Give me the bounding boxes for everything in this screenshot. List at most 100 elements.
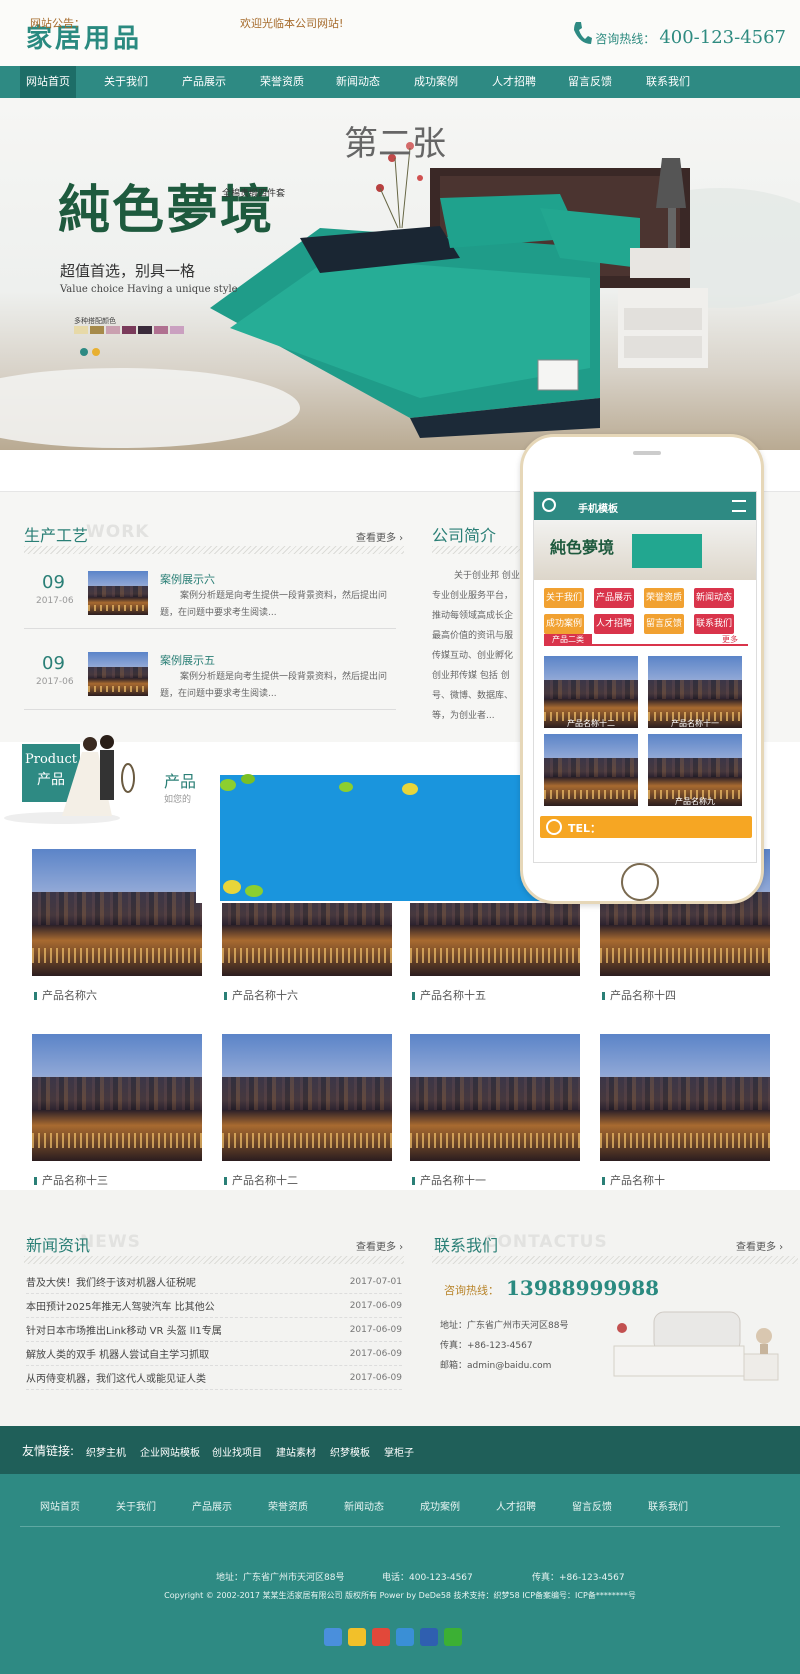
process-more-link[interactable]: 查看更多 › [356,529,403,544]
mobile-banner-bed [632,534,702,568]
product-subtitle: 如您的 [164,795,192,805]
news-row[interactable]: 解放人类的双手 机器人尝试自主学习抓取 2017-06-09 [26,1342,402,1366]
banner-title: 純色夢境 [58,180,275,241]
product-name[interactable]: 产品名称十六 [224,987,298,1003]
product-name[interactable]: 产品名称十三 [34,1172,108,1188]
share-star-icon[interactable] [348,1628,366,1646]
hero-banner[interactable]: 第二张 純色夢境 全棉贵缎四件套 超值首选，别具一格 Value choice … [0,98,800,450]
contact-title: 联系我们 [434,1236,499,1255]
product-image[interactable] [32,1034,202,1161]
mobile-search-icon[interactable] [542,498,556,512]
product-image[interactable] [600,1034,770,1161]
product-name[interactable]: 产品名称十二 [224,1172,298,1188]
nav-item-honors[interactable]: 荣誉资质 [248,66,316,98]
case-thumb[interactable] [88,652,148,696]
nav-item-news[interactable]: 新闻动态 [324,66,392,98]
case-date: 2017-06 [36,596,74,606]
process-divider [24,546,404,554]
news-row[interactable]: 本田预计2025年推无人驾驶汽车 比其他公 2017-06-09 [26,1294,402,1318]
contact-address: 地址：广东省广州市天河区88号 [440,1321,569,1331]
footer-nav-item[interactable]: 联系我们 [648,1498,688,1513]
news-row[interactable]: 从丙侍变机器，我们这代人或能见证人类 2017-06-09 [26,1366,402,1390]
nav-item-feedback[interactable]: 留言反馈 [556,66,624,98]
friend-link[interactable]: 织梦模板 [330,1444,370,1459]
friend-link[interactable]: 织梦主机 [86,1444,126,1459]
case-title[interactable]: 案例展示六 [160,571,215,587]
notice-text[interactable]: 欢迎光临本公司网站! [240,15,343,31]
mobile-banner[interactable]: 純色夢境 [534,520,756,580]
mobile-screen: 手机模板 純色夢境 关于我们 产品展示 荣誉资质 新闻动态 成功案例 人才招聘 … [533,491,757,863]
case-separator [24,628,396,629]
contact-divider [432,1256,798,1264]
footer-nav-item[interactable]: 新闻动态 [344,1498,384,1513]
mobile-menu-icon[interactable] [732,500,746,512]
share-qzone-icon[interactable] [396,1628,414,1646]
nav-item-products[interactable]: 产品展示 [170,66,238,98]
share-renren-icon[interactable] [420,1628,438,1646]
mobile-phone-icon [546,819,562,835]
contact-hotline-label: 咨询热线： [444,1284,499,1297]
case-title[interactable]: 案例展示五 [160,652,215,668]
friend-link[interactable]: 建站素材 [276,1444,316,1459]
case-separator [24,709,396,710]
mobile-btn-about[interactable]: 关于我们 [544,588,584,608]
mobile-btn-products[interactable]: 产品展示 [594,588,634,608]
mobile-tel-bar[interactable]: TEL： [540,816,752,838]
news-row[interactable]: 针对日本市场推出Link移动 VR 头盔 ll1专属 2017-06-09 [26,1318,402,1342]
mobile-cat-label[interactable]: 产品二类 [544,634,592,646]
mobile-preview[interactable]: 手机模板 純色夢境 关于我们 产品展示 荣誉资质 新闻动态 成功案例 人才招聘 … [520,434,764,904]
footer: 网站首页 关于我们 产品展示 荣誉资质 新闻动态 成功案例 人才招聘 留言反馈 … [0,1474,800,1674]
mobile-product-image[interactable] [544,734,638,806]
nav-item-jobs[interactable]: 人才招聘 [480,66,548,98]
mobile-btn-jobs[interactable]: 人才招聘 [594,614,634,634]
mobile-btn-cases[interactable]: 成功案例 [544,614,584,634]
case-desc: 案例分析题是向考生提供一段背景资料，然后提出问题，在问题中要求考生阅读... [160,591,388,618]
product-name[interactable]: 产品名称十 [602,1172,665,1188]
friend-link[interactable]: 创业找项目 [212,1444,262,1459]
footer-nav-item[interactable]: 荣誉资质 [268,1498,308,1513]
nav-item-cases[interactable]: 成功案例 [402,66,470,98]
nav-item-contact[interactable]: 联系我们 [634,66,702,98]
product-name[interactable]: 产品名称十四 [602,987,676,1003]
footer-nav-item[interactable]: 产品展示 [192,1498,232,1513]
nav-item-about[interactable]: 关于我们 [92,66,160,98]
case-thumb[interactable] [88,571,148,615]
footer-nav-item[interactable]: 人才招聘 [496,1498,536,1513]
friend-link[interactable]: 企业网站模板 [140,1444,200,1459]
news-date: 2017-06-09 [349,1348,402,1359]
product-image[interactable] [410,1034,580,1161]
nav-item-home[interactable]: 网站首页 [20,66,76,98]
product-name[interactable]: 产品名称十一 [412,1172,486,1188]
news-headline: 从丙侍变机器，我们这代人或能见证人类 [26,1374,206,1385]
product-name[interactable]: 产品名称六 [34,987,97,1003]
news-headline: 本田预计2025年推无人驾驶汽车 比其他公 [26,1302,215,1313]
product-name[interactable]: 产品名称十五 [412,987,486,1003]
contact-more-link[interactable]: 查看更多 › [736,1238,783,1253]
mobile-btn-news[interactable]: 新闻动态 [694,588,734,608]
mobile-header [534,492,756,520]
friend-link[interactable]: 掌柜子 [384,1444,414,1459]
footer-nav-item[interactable]: 留言反馈 [572,1498,612,1513]
case-day: 09 [42,653,65,674]
swatch-label: 多种搭配颜色 [74,317,116,325]
footer-nav-item[interactable]: 网站首页 [40,1498,80,1513]
share-weibo-icon[interactable] [372,1628,390,1646]
news-date: 2017-06-09 [349,1300,402,1311]
mobile-btn-honors[interactable]: 荣誉资质 [644,588,684,608]
share-wechat-icon[interactable] [444,1628,462,1646]
news-row[interactable]: 昔及大侠！我们终于该对机器人征税呢 2017-07-01 [26,1270,402,1294]
about-divider [432,546,522,554]
mobile-tel-label: TEL： [568,822,602,835]
share-plus-icon[interactable] [324,1628,342,1646]
product-image[interactable] [32,849,202,976]
product-image[interactable] [222,1034,392,1161]
footer-nav-item[interactable]: 成功案例 [420,1498,460,1513]
phone-home-button[interactable] [621,863,659,901]
product-title: 产品 [164,772,197,791]
news-more-link[interactable]: 查看更多 › [356,1238,403,1253]
footer-divider [20,1526,780,1527]
mobile-btn-contact[interactable]: 联系我们 [694,614,734,634]
mobile-btn-feedback[interactable]: 留言反馈 [644,614,684,634]
mobile-cat-more[interactable]: 更多 [722,634,738,645]
footer-nav-item[interactable]: 关于我们 [116,1498,156,1513]
